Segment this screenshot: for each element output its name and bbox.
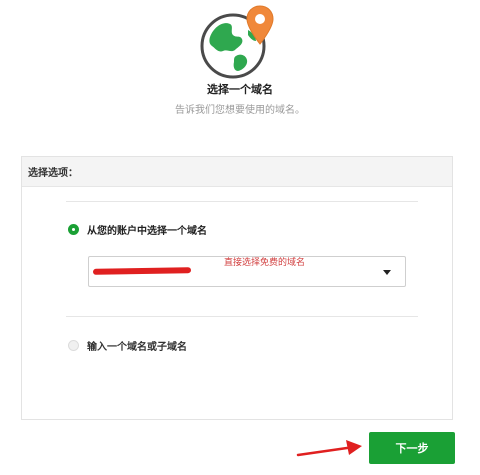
- option-select-from-account[interactable]: 从您的账户中选择一个域名: [68, 222, 207, 237]
- redaction-mark: [92, 267, 192, 275]
- domain-selection-page: 选择一个域名 告诉我们您想要使用的域名。 选择选项： 从您的账户中选择一个域名 …: [0, 0, 480, 475]
- option-label: 从您的账户中选择一个域名: [87, 226, 207, 237]
- annotation-note: 直接选择免费的域名: [224, 258, 306, 268]
- option-label: 输入一个域名或子域名: [87, 342, 187, 353]
- arrow-right-icon: [296, 437, 368, 459]
- page-subtitle: 告诉我们您想要使用的域名。: [175, 105, 305, 116]
- chevron-down-icon: [383, 270, 391, 275]
- globe-location-pin-icon: [200, 4, 280, 80]
- next-button[interactable]: 下一步: [369, 432, 455, 464]
- radio-unchecked-icon[interactable]: [68, 340, 79, 351]
- option-enter-domain[interactable]: 输入一个域名或子域名: [68, 338, 187, 353]
- panel-heading: 选择选项：: [22, 157, 452, 187]
- divider: [66, 201, 418, 202]
- radio-checked-icon[interactable]: [68, 224, 79, 235]
- divider: [66, 316, 418, 317]
- options-panel: 选择选项： 从您的账户中选择一个域名 输入一个域名或子域名: [21, 156, 453, 420]
- page-title: 选择一个域名: [207, 83, 273, 96]
